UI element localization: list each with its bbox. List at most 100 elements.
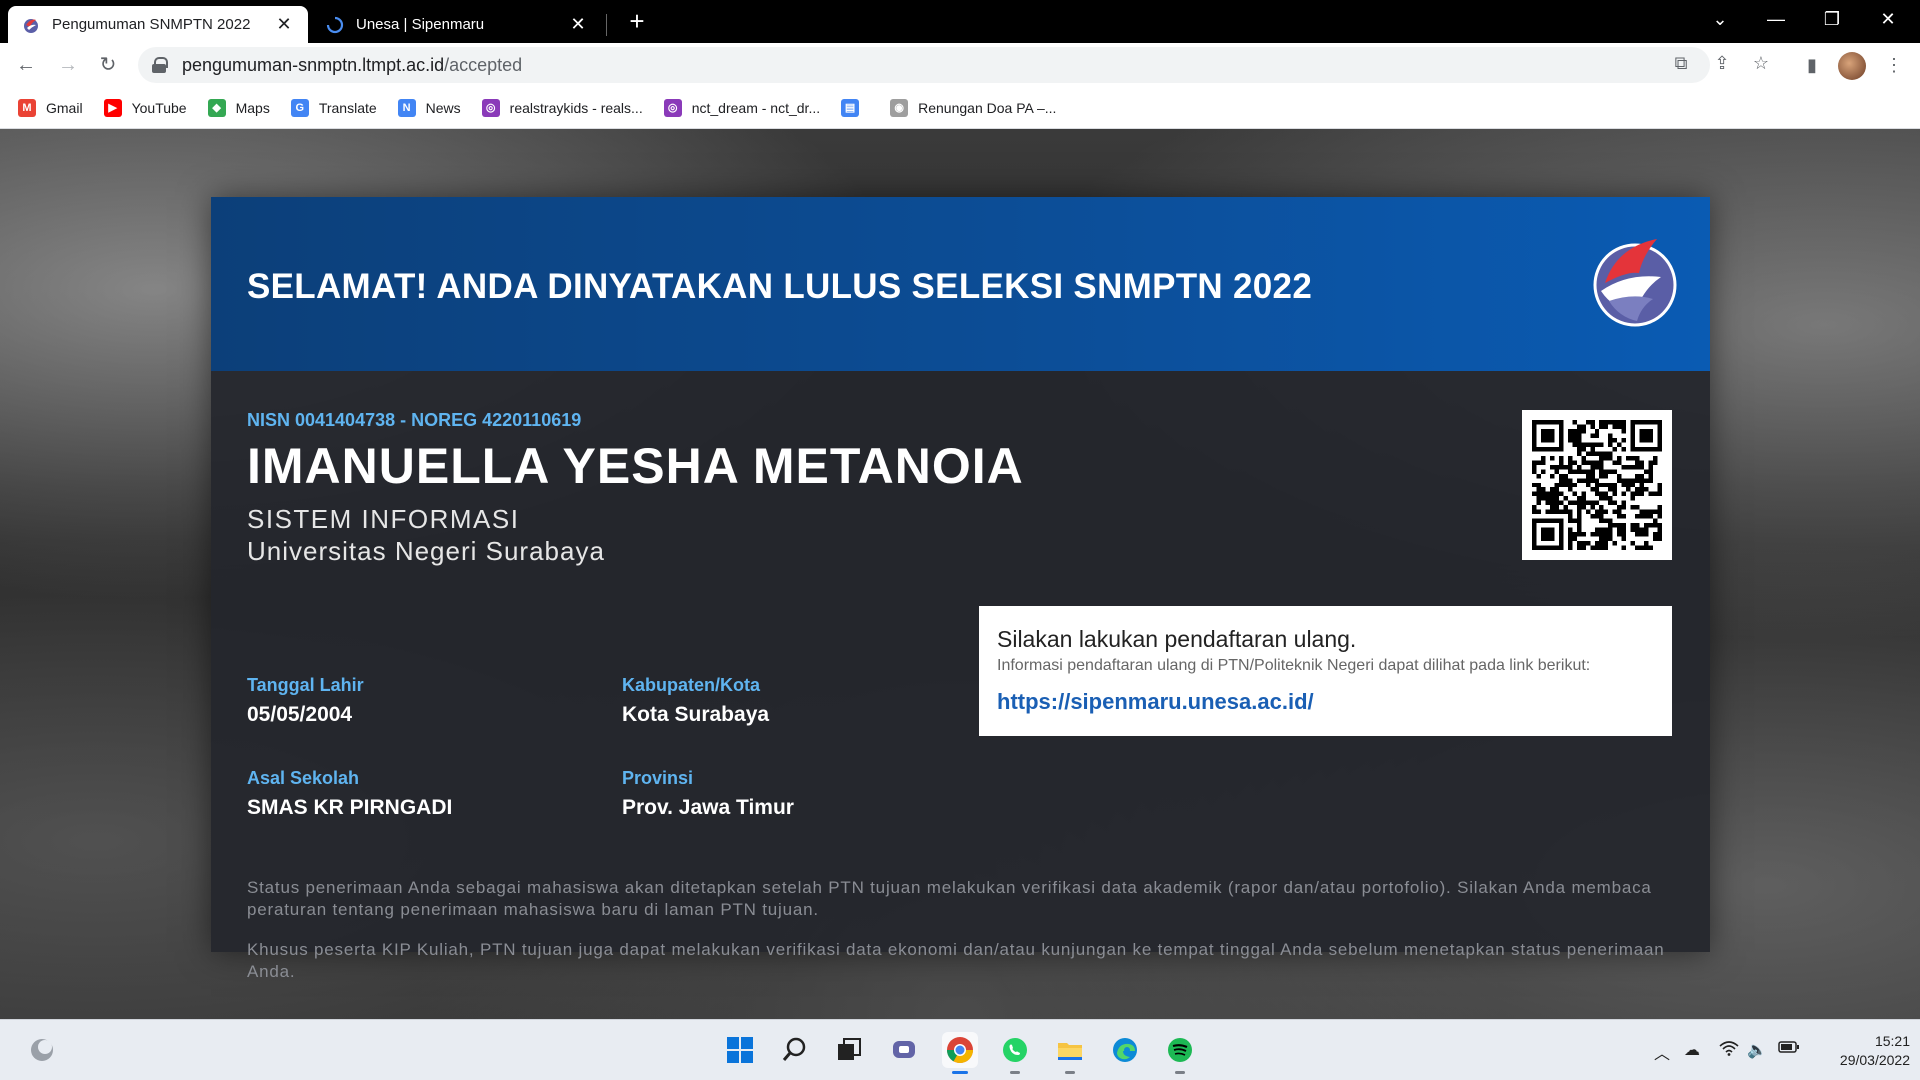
qr-code-icon xyxy=(1532,420,1662,550)
bookmark-label: Translate xyxy=(318,99,377,116)
more-menu-icon[interactable]: ⋮ xyxy=(1878,49,1910,81)
tray-chevron-icon[interactable]: ︿ xyxy=(1654,1040,1670,1064)
tab-title: Pengumuman SNMPTN 2022 xyxy=(52,16,251,33)
birth-date-value: 05/05/2004 xyxy=(247,703,353,726)
province-value: Prov. Jawa Timur xyxy=(622,796,794,819)
tab-close-icon[interactable]: ✕ xyxy=(274,14,294,35)
bookmark-item[interactable]: ◎ realstraykids - reals... xyxy=(481,98,643,117)
instagram-icon: ◎ xyxy=(481,98,500,117)
bookmark-item[interactable]: ▶ YouTube xyxy=(103,98,187,117)
bookmark-label: YouTube xyxy=(131,99,187,116)
restore-button[interactable]: ❐ xyxy=(1804,0,1860,40)
chrome-icon[interactable] xyxy=(942,1032,978,1074)
bookmark-item[interactable]: ◉ Renungan Doa PA –... xyxy=(890,98,1057,117)
tab-unesa[interactable]: Unesa | Sipenmaru ✕ xyxy=(312,6,602,43)
instagram-icon: ◎ xyxy=(663,98,682,117)
task-view-icon[interactable] xyxy=(831,1032,867,1068)
youtube-icon: ▶ xyxy=(103,98,122,117)
minimize-button[interactable]: — xyxy=(1748,0,1804,40)
tab-close-icon[interactable]: ✕ xyxy=(568,14,588,35)
wifi-icon[interactable] xyxy=(1719,1040,1739,1061)
forward-button[interactable]: → xyxy=(52,49,84,81)
widgets-icon[interactable] xyxy=(24,1032,60,1068)
tab-search-chevron-icon[interactable]: ⌄ xyxy=(1692,0,1748,40)
announcement-card: SELAMAT! ANDA DINYATAKAN LULUS SELEKSI S… xyxy=(211,197,1710,981)
whatsapp-icon[interactable] xyxy=(997,1032,1033,1074)
re-registration-box: Silakan lakukan pendaftaran ulang. Infor… xyxy=(979,606,1672,736)
translate-page-icon[interactable]: ⧉ xyxy=(1667,49,1695,77)
city-value: Kota Surabaya xyxy=(622,703,770,726)
onedrive-cloud-icon[interactable]: ☁ xyxy=(1684,1040,1700,1060)
gmail-icon: M xyxy=(18,98,36,117)
translate-icon: G xyxy=(290,98,309,117)
student-name: IMANUELLA YESHA METANOIA xyxy=(247,438,1024,494)
back-button[interactable]: ← xyxy=(10,49,42,81)
bookmark-item[interactable]: M Gmail xyxy=(18,98,83,117)
lock-icon xyxy=(152,57,168,73)
bookmark-label: nct_dream - nct_dr... xyxy=(691,99,821,116)
edge-icon[interactable] xyxy=(1107,1032,1143,1068)
teams-chat-icon[interactable] xyxy=(886,1032,922,1068)
tab-snmptn[interactable]: Pengumuman SNMPTN 2022 ✕ xyxy=(8,6,308,43)
new-tab-button[interactable]: + xyxy=(622,6,652,36)
bookmark-label: Maps xyxy=(235,99,270,116)
browser-toolbar: ← → ↻ pengumuman-snmptn.ltmpt.ac.id/acce… xyxy=(0,43,1920,87)
system-clock[interactable]: 15:21 29/03/2022 xyxy=(1806,1032,1910,1070)
file-explorer-icon[interactable] xyxy=(1052,1032,1088,1074)
address-bar[interactable]: pengumuman-snmptn.ltmpt.ac.id/accepted xyxy=(138,47,1710,83)
globe-icon: ◉ xyxy=(890,98,909,117)
volume-icon[interactable]: 🔈 xyxy=(1747,1040,1767,1060)
reload-button[interactable]: ↻ xyxy=(92,49,124,81)
bookmark-label: News xyxy=(425,99,461,116)
school-label: Asal Sekolah xyxy=(247,768,360,788)
page-title: SELAMAT! ANDA DINYATAKAN LULUS SELEKSI S… xyxy=(247,267,1313,306)
news-icon: N xyxy=(397,98,416,117)
tab-strip: Pengumuman SNMPTN 2022 ✕ Unesa | Sipenma… xyxy=(0,0,1920,43)
snmptn-favicon-icon xyxy=(24,18,38,33)
search-icon[interactable] xyxy=(777,1032,813,1068)
qr-code xyxy=(1522,410,1672,560)
clock-date: 29/03/2022 xyxy=(1839,1052,1910,1068)
bookmark-item[interactable]: ◎ nct_dream - nct_dr... xyxy=(663,98,821,117)
nisn-noreg: NISN 0041404738 - NOREG 4220110619 xyxy=(247,410,582,430)
document-icon: ▤ xyxy=(841,98,860,117)
city-label: Kabupaten/Kota xyxy=(622,675,761,695)
tab-title: Unesa | Sipenmaru xyxy=(356,16,485,33)
bookmark-label: realstraykids - reals... xyxy=(509,99,643,116)
card-header: SELAMAT! ANDA DINYATAKAN LULUS SELEKSI S… xyxy=(211,197,1710,371)
kip-note: Khusus peserta KIP Kuliah, PTN tujuan ju… xyxy=(247,940,1665,981)
spotify-icon[interactable] xyxy=(1162,1032,1198,1074)
ltmpt-logo-icon xyxy=(1593,239,1677,327)
page-viewport: SELAMAT! ANDA DINYATAKAN LULUS SELEKSI S… xyxy=(0,129,1920,1019)
university-name: Universitas Negeri Surabaya xyxy=(247,536,605,566)
tab-separator xyxy=(606,14,607,36)
bookmarks-bar: M Gmail ▶ YouTube ◆ Maps G Translate N News ◎ reals… xyxy=(0,87,1920,129)
windows-taskbar: ︿ ☁ 🔈 15:21 29/03/2022 xyxy=(0,1019,1920,1080)
start-button-icon[interactable] xyxy=(722,1032,758,1068)
url-path: /accepted xyxy=(444,54,523,75)
school-value: SMAS KR PIRNGADI xyxy=(247,796,453,819)
url-host: pengumuman-snmptn.ltmpt.ac.id xyxy=(182,54,445,75)
side-panel-icon[interactable]: ▮ xyxy=(1796,49,1828,81)
sipenmaru-link[interactable]: https://sipenmaru.unesa.ac.id/ xyxy=(997,689,1314,715)
status-note: Status penerimaan Anda sebagai mahasiswa… xyxy=(247,878,1652,919)
maps-icon: ◆ xyxy=(207,98,226,117)
bookmark-item[interactable]: G Translate xyxy=(290,98,377,117)
profile-avatar[interactable] xyxy=(1838,52,1866,80)
birth-date-label: Tanggal Lahir xyxy=(247,675,364,695)
province-label: Provinsi xyxy=(622,768,694,788)
re-registration-title: Silakan lakukan pendaftaran ulang. xyxy=(997,626,1357,652)
study-program: SISTEM INFORMASI xyxy=(247,504,520,534)
bookmark-label: Renungan Doa PA –... xyxy=(918,99,1057,116)
loading-spinner-icon xyxy=(326,16,344,33)
clock-time: 15:21 xyxy=(1874,1033,1910,1049)
share-icon[interactable]: ⇪ xyxy=(1708,49,1736,77)
bookmark-star-icon[interactable]: ☆ xyxy=(1747,49,1775,77)
bookmark-label: Gmail xyxy=(46,99,83,116)
close-window-button[interactable]: ✕ xyxy=(1860,0,1916,40)
bookmark-item[interactable]: ◆ Maps xyxy=(207,98,270,117)
battery-icon[interactable] xyxy=(1778,1040,1800,1059)
re-registration-description: Informasi pendaftaran ulang di PTN/Polit… xyxy=(997,657,1591,674)
bookmark-item[interactable]: ▤ xyxy=(841,98,869,117)
bookmark-item[interactable]: N News xyxy=(397,98,461,117)
